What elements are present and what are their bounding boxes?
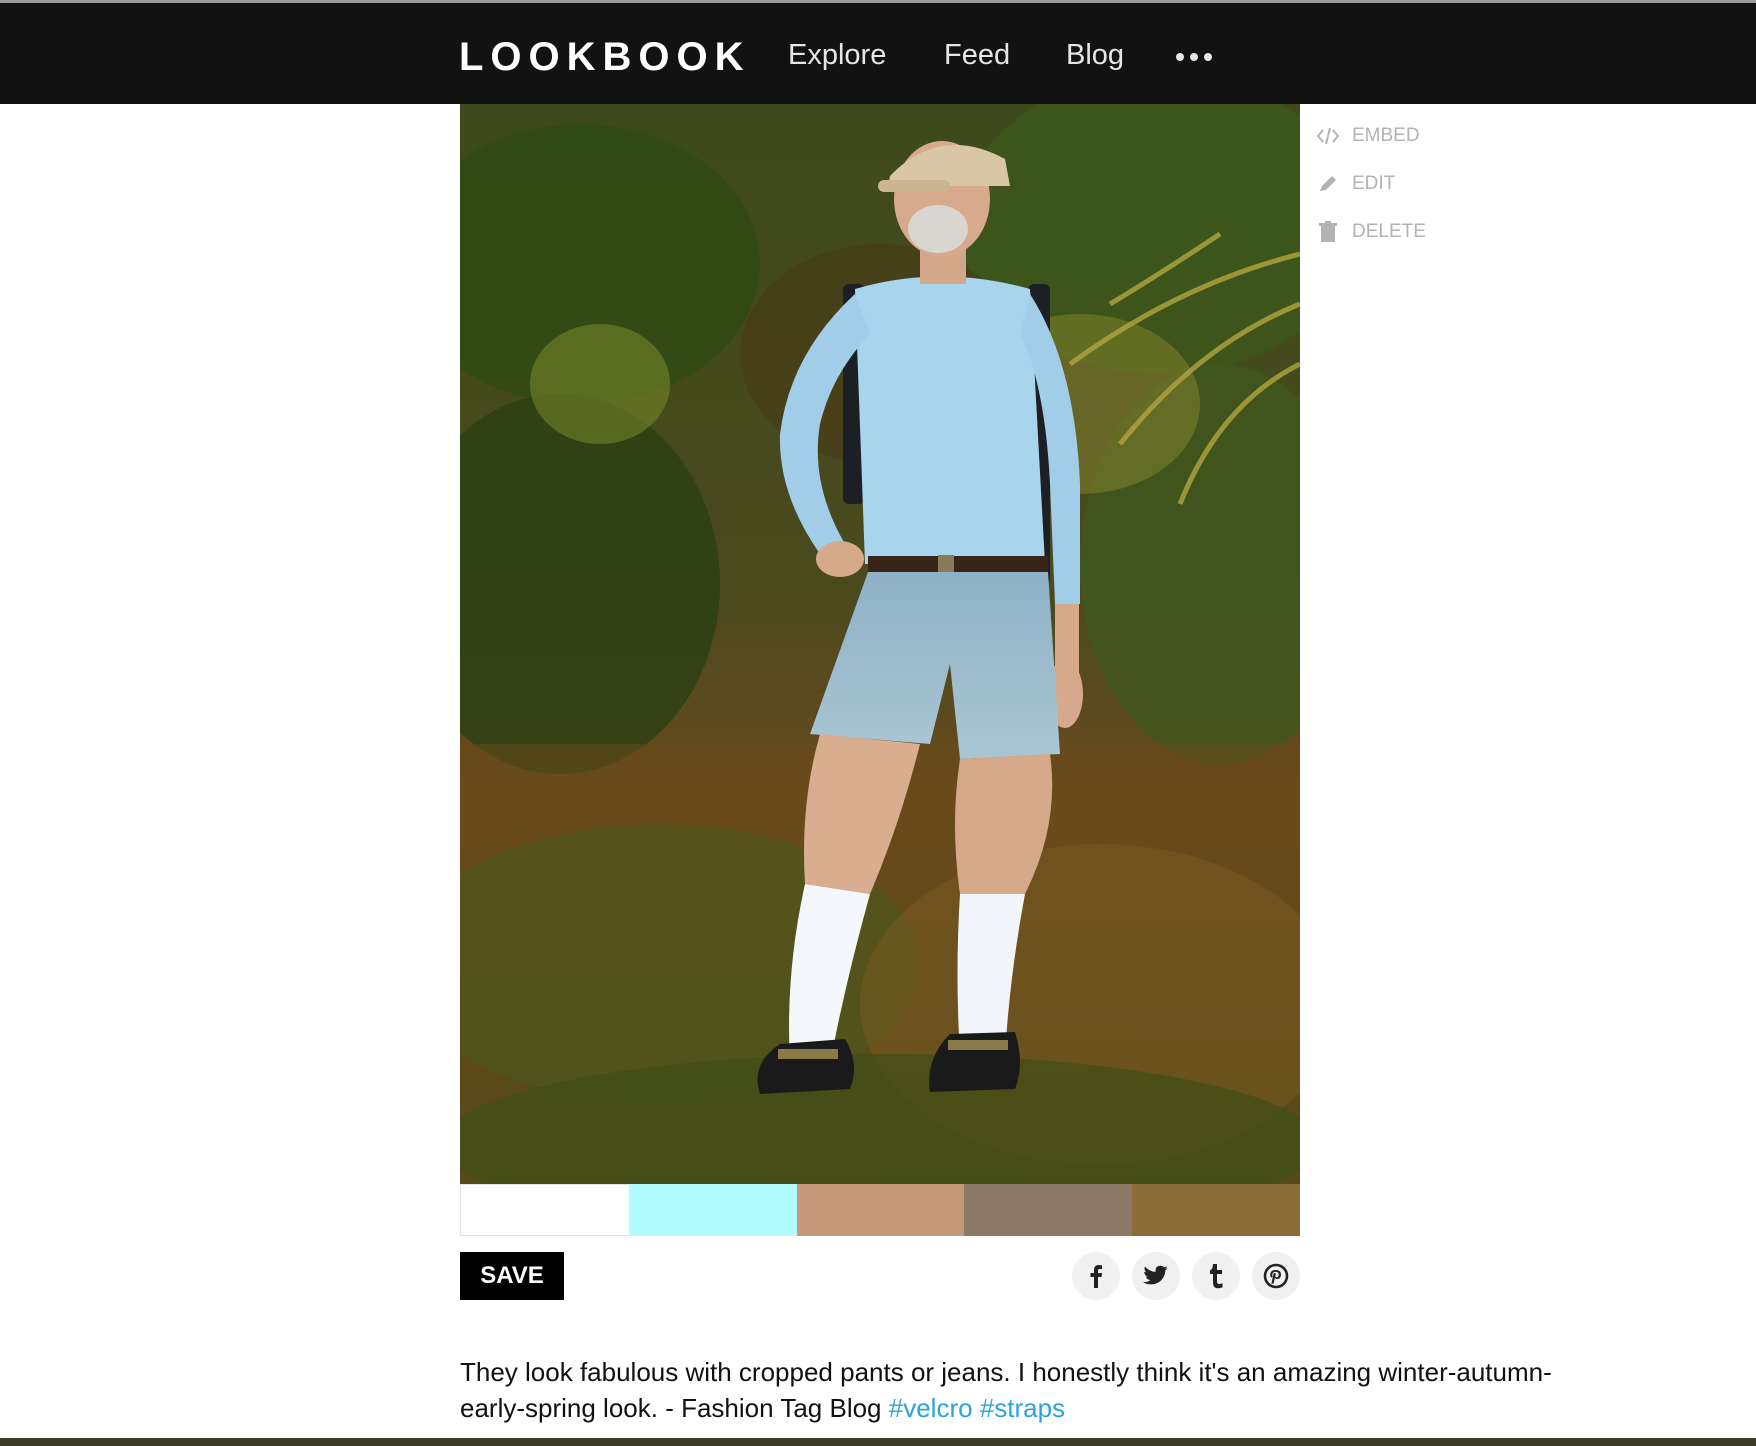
hashtag-link[interactable]: #straps [980,1393,1065,1423]
facebook-icon[interactable] [1072,1252,1120,1300]
palette-swatch-1[interactable] [460,1184,629,1236]
code-icon [1316,126,1340,146]
tumblr-icon[interactable] [1192,1252,1240,1300]
edit-button[interactable]: EDIT [1316,172,1426,196]
pencil-icon [1316,174,1340,194]
palette-swatch-4[interactable] [964,1184,1133,1236]
save-button[interactable]: SAVE [460,1252,564,1300]
twitter-icon[interactable] [1132,1252,1180,1300]
hashtag-link[interactable]: #velcro [889,1393,973,1423]
bottom-edge [0,1438,1756,1446]
outdoor-look-photo[interactable] [460,104,1300,1184]
photo-illustration [460,104,1300,1184]
pinterest-icon[interactable] [1252,1252,1300,1300]
palette-swatch-3[interactable] [796,1184,965,1236]
edit-label: EDIT [1352,173,1396,194]
delete-button[interactable]: DELETE [1316,220,1426,244]
trash-icon [1316,221,1340,243]
nav-link-feed[interactable]: Feed [944,39,1010,72]
embed-button[interactable]: EMBED [1316,124,1426,148]
logo[interactable]: LOOKBOOK [459,35,751,80]
color-palette [460,1184,1300,1236]
palette-swatch-2[interactable] [628,1184,797,1236]
look-caption: They look fabulous with cropped pants or… [460,1354,1560,1426]
look-actions: EMBED EDIT DELETE [1316,124,1426,268]
top-navbar: LOOKBOOK Explore Feed Blog [0,0,1756,104]
nav-link-blog[interactable]: Blog [1066,39,1124,72]
embed-label: EMBED [1352,125,1420,146]
palette-swatch-5[interactable] [1132,1184,1300,1236]
delete-label: DELETE [1352,221,1426,242]
share-buttons [1072,1252,1300,1300]
page: LOOKBOOK Explore Feed Blog EMBED EDIT DE… [0,0,1756,1446]
nav-link-explore[interactable]: Explore [788,39,886,72]
ellipsis-icon[interactable] [1176,53,1212,61]
